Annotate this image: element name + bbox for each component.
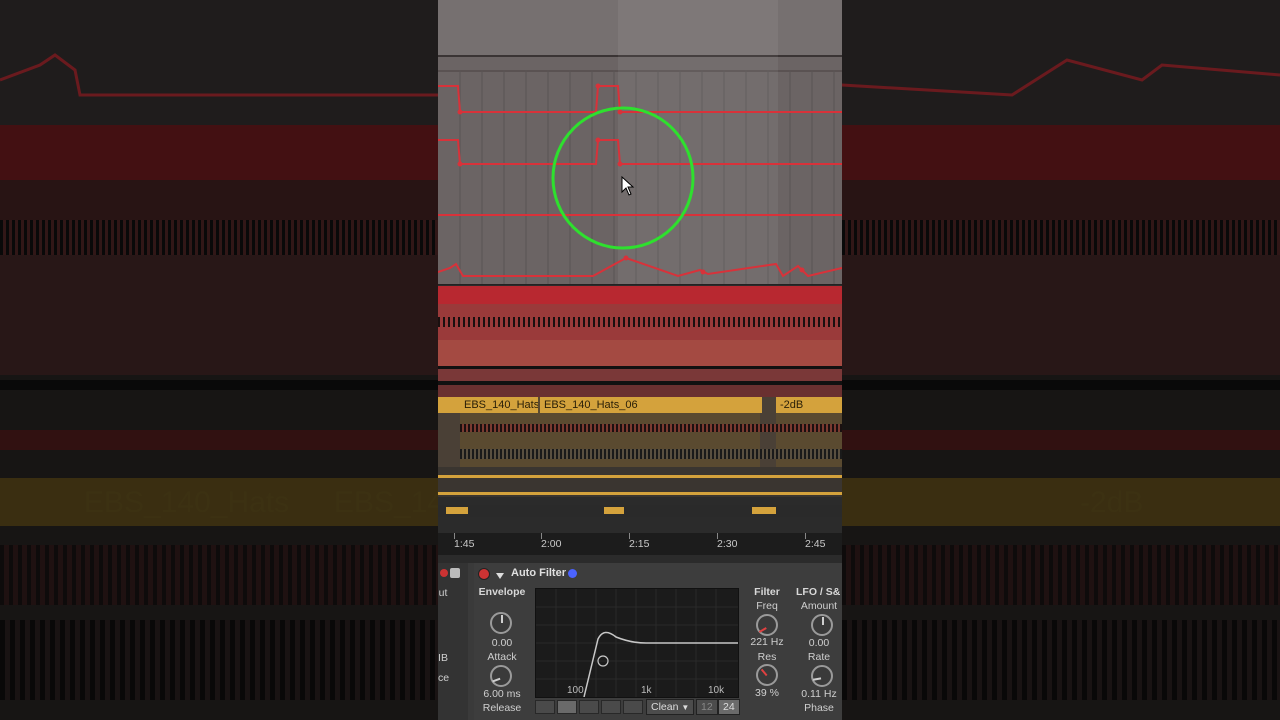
- freq-value[interactable]: 221 Hz: [744, 636, 790, 648]
- rate-value[interactable]: 0.11 Hz: [796, 688, 842, 700]
- res-label: Res: [757, 651, 777, 663]
- side-label: ut: [438, 587, 448, 599]
- lfo-rate-knob[interactable]: [811, 665, 833, 687]
- ruler-tick-label: 2:30: [717, 538, 738, 550]
- clip-title[interactable]: EBS_140_Hats_06: [540, 397, 762, 413]
- lfo-amount-label: Amount: [800, 600, 838, 612]
- ruler-tick-label: 2:15: [629, 538, 650, 550]
- freq-axis-label: 1k: [641, 685, 652, 696]
- midi-track[interactable]: [438, 304, 842, 340]
- auto-filter-device: ut IB ce Auto Filter Envelope 0.00 Attac…: [438, 563, 842, 720]
- chevron-down-icon: ▼: [681, 703, 690, 712]
- slope-12-button[interactable]: 12: [696, 699, 718, 715]
- attack-value[interactable]: 6.00 ms: [476, 688, 528, 700]
- lfo-amount-value[interactable]: 0.00: [796, 637, 842, 649]
- automation-lanes[interactable]: [438, 0, 842, 285]
- resonance-knob[interactable]: [756, 664, 778, 686]
- power-icon[interactable]: [440, 569, 448, 577]
- circuit-type-value: Clean: [651, 701, 679, 713]
- circuit-type-select[interactable]: Clean ▼: [646, 699, 695, 715]
- clip-title[interactable]: EBS_140_Hats: [460, 397, 538, 413]
- lfo-amount-knob[interactable]: [811, 614, 833, 636]
- lfo-section-label: LFO / S&: [796, 586, 841, 598]
- envelope-amount-knob[interactable]: [490, 612, 512, 634]
- mouse-cursor-icon: [621, 176, 635, 196]
- bandpass-filter-button[interactable]: [579, 700, 599, 714]
- ruler-tick-label: 2:00: [541, 538, 562, 550]
- side-label: IB: [438, 652, 448, 664]
- morph-filter-button[interactable]: [623, 700, 643, 714]
- clip-title[interactable]: -2dB: [776, 397, 842, 413]
- freq-axis-label: 100: [567, 685, 584, 696]
- save-preset-icon[interactable]: [450, 568, 460, 578]
- filter-section-label: Filter: [754, 586, 780, 598]
- track-red-strip: [438, 286, 842, 304]
- rate-label: Rate: [807, 651, 831, 663]
- time-ruler[interactable]: 1:45 2:00 2:15 2:30 2:45: [438, 533, 842, 555]
- side-label: ce: [438, 672, 450, 684]
- release-label: Release: [482, 702, 522, 714]
- notch-filter-button[interactable]: [601, 700, 621, 714]
- device-title[interactable]: Auto Filter: [511, 567, 566, 583]
- filter-response-display[interactable]: 100 1k 10k: [535, 588, 739, 698]
- filter-freq-knob[interactable]: [756, 614, 778, 636]
- envelope-section-label: Envelope: [478, 586, 526, 598]
- track-red-strip-2: [438, 340, 842, 368]
- device-power-icon[interactable]: [478, 568, 490, 580]
- attack-knob[interactable]: [490, 665, 512, 687]
- res-value[interactable]: 39 %: [744, 687, 790, 699]
- highpass-filter-button[interactable]: [557, 700, 577, 714]
- slope-24-button[interactable]: 24: [718, 699, 740, 715]
- phase-label: Phase: [804, 702, 834, 714]
- ruler-tick-label: 2:45: [805, 538, 826, 550]
- attack-label: Attack: [487, 651, 517, 663]
- collapse-chevron-icon[interactable]: [495, 568, 505, 579]
- freq-axis-label: 10k: [708, 685, 725, 696]
- daw-window: EBS_140_Hats EBS_140_Hats_06 -2dB 1:45 2…: [438, 0, 842, 720]
- envelope-amount-value[interactable]: 0.00: [476, 637, 528, 649]
- lowpass-filter-button[interactable]: [535, 700, 555, 714]
- hot-swap-icon[interactable]: [568, 569, 577, 578]
- background-right-panel: -2dB: [842, 0, 1280, 720]
- freq-label: Freq: [756, 600, 778, 612]
- ruler-tick-label: 1:45: [454, 538, 475, 550]
- background-left-panel: EBS_140_Hats EBS_14: [0, 0, 438, 720]
